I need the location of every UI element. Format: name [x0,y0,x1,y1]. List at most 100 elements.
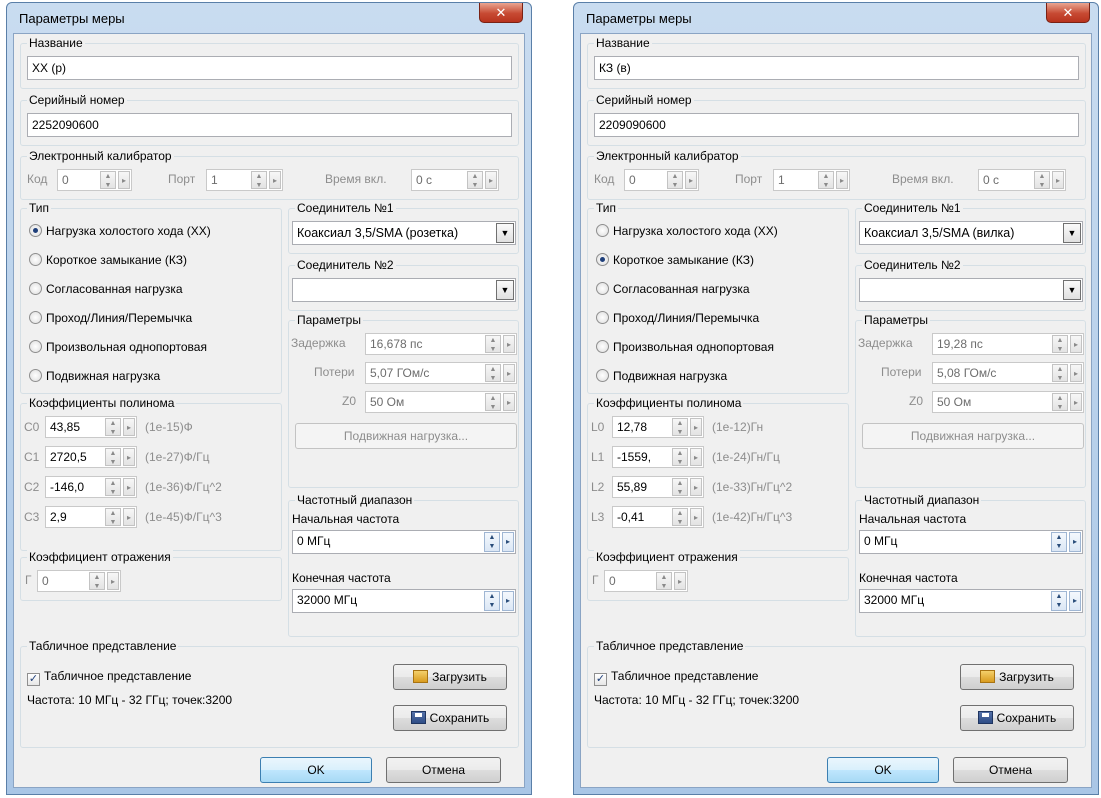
type-radio-3[interactable]: Проход/Линия/Перемычка [29,311,192,329]
save-button[interactable]: Сохранить [393,705,507,731]
poly-spinner-3[interactable]: -0,41 ▲ ▼ ▸ [612,506,704,528]
ok-button[interactable]: OK [827,757,939,783]
spin-up-down-icon[interactable]: ▲ ▼ [105,448,121,466]
poly-spinner-2[interactable]: 55,89 ▲ ▼ ▸ [612,476,704,498]
radio-button-icon[interactable] [596,253,609,266]
radio-button-icon[interactable] [29,369,42,382]
delay-spinner[interactable]: 16,678 пс ▲ ▼ ▸ [365,333,517,355]
start-freq-spinner[interactable]: 0 МГц ▲ ▼ ▸ [292,530,516,554]
poly-spinner-1[interactable]: -1559, ▲ ▼ ▸ [612,446,704,468]
load-button[interactable]: Загрузить [393,664,507,690]
radio-button-icon[interactable] [29,224,42,237]
spin-arrow-icon[interactable]: ▸ [118,171,130,189]
poly-spinner-3[interactable]: 2,9 ▲ ▼ ▸ [45,506,137,528]
cancel-button[interactable]: Отмена [386,757,501,783]
type-radio-0[interactable]: Нагрузка холостого хода (XX) [29,224,211,242]
spin-arrow-icon[interactable]: ▸ [690,478,702,496]
type-radio-2[interactable]: Согласованная нагрузка [29,282,183,300]
title-bar[interactable]: Параметры меры ✕ [580,3,1092,33]
chevron-down-icon[interactable]: ▼ [496,280,514,300]
spin-up-down-icon[interactable]: ▲ ▼ [105,478,121,496]
type-radio-5[interactable]: Подвижная нагрузка [596,369,727,387]
spin-up-down-icon[interactable]: ▲ ▼ [251,171,267,189]
type-radio-0[interactable]: Нагрузка холостого хода (XX) [596,224,778,242]
spin-up-down-icon[interactable]: ▲ ▼ [105,508,121,526]
loss-spinner[interactable]: 5,08 ГОм/с ▲ ▼ ▸ [932,362,1084,384]
spin-arrow-icon[interactable]: ▸ [1070,393,1082,411]
spin-up-down-icon[interactable]: ▲ ▼ [818,171,834,189]
spin-arrow-icon[interactable]: ▸ [502,591,514,611]
spin-arrow-icon[interactable]: ▸ [690,418,702,436]
spin-up-down-icon[interactable]: ▲ ▼ [89,572,105,590]
spin-arrow-icon[interactable]: ▸ [503,335,515,353]
spin-up-down-icon[interactable]: ▲ ▼ [100,171,116,189]
cancel-button[interactable]: Отмена [953,757,1068,783]
spin-arrow-icon[interactable]: ▸ [123,448,135,466]
spin-up-down-icon[interactable]: ▲ ▼ [656,572,672,590]
ecal-time-spinner[interactable]: 0 с ▲ ▼ ▸ [411,169,499,191]
spin-arrow-icon[interactable]: ▸ [502,532,514,552]
stop-freq-spinner[interactable]: 32000 МГц ▲ ▼ ▸ [292,589,516,613]
type-radio-5[interactable]: Подвижная нагрузка [29,369,160,387]
close-button[interactable]: ✕ [479,3,523,23]
ecal-time-spinner[interactable]: 0 с ▲ ▼ ▸ [978,169,1066,191]
type-radio-1[interactable]: Короткое замыкание (КЗ) [29,253,187,271]
spin-up-down-icon[interactable]: ▲ ▼ [1052,335,1068,353]
radio-button-icon[interactable] [596,369,609,382]
spin-up-down-icon[interactable]: ▲ ▼ [485,393,501,411]
spin-arrow-icon[interactable]: ▸ [503,393,515,411]
spin-arrow-icon[interactable]: ▸ [485,171,497,189]
spin-up-down-icon[interactable]: ▲ ▼ [467,171,483,189]
poly-spinner-0[interactable]: 12,78 ▲ ▼ ▸ [612,416,704,438]
table-checkbox-row[interactable]: ✓ Табличное представление [27,669,191,686]
spin-arrow-icon[interactable]: ▸ [269,171,281,189]
radio-button-icon[interactable] [596,340,609,353]
spin-arrow-icon[interactable]: ▸ [685,171,697,189]
ok-button[interactable]: OK [260,757,372,783]
save-button[interactable]: Сохранить [960,705,1074,731]
spin-arrow-icon[interactable]: ▸ [1070,364,1082,382]
spin-arrow-icon[interactable]: ▸ [1069,591,1081,611]
spin-arrow-icon[interactable]: ▸ [123,418,135,436]
spin-arrow-icon[interactable]: ▸ [1070,335,1082,353]
spin-arrow-icon[interactable]: ▸ [123,478,135,496]
serial-number-input[interactable]: 2252090600 [27,113,512,137]
spin-up-down-icon[interactable]: ▲ ▼ [1034,171,1050,189]
serial-number-input[interactable]: 2209090600 [594,113,1079,137]
connector1-select[interactable]: Коаксиал 3,5/SMA (розетка) ▼ [292,221,516,245]
spin-up-down-icon[interactable]: ▲ ▼ [485,364,501,382]
spin-arrow-icon[interactable]: ▸ [1069,532,1081,552]
spin-up-down-icon[interactable]: ▲ ▼ [485,335,501,353]
spin-up-down-icon[interactable]: ▲ ▼ [484,532,500,552]
spin-up-down-icon[interactable]: ▲ ▼ [672,478,688,496]
ecal-code-spinner[interactable]: 0 ▲ ▼ ▸ [57,169,132,191]
radio-button-icon[interactable] [29,282,42,295]
radio-button-icon[interactable] [596,311,609,324]
type-radio-2[interactable]: Согласованная нагрузка [596,282,750,300]
spin-arrow-icon[interactable]: ▸ [123,508,135,526]
connector1-select[interactable]: Коаксиал 3,5/SMA (вилка) ▼ [859,221,1083,245]
spin-arrow-icon[interactable]: ▸ [674,572,686,590]
spin-arrow-icon[interactable]: ▸ [503,364,515,382]
sliding-load-button[interactable]: Подвижная нагрузка... [295,423,517,449]
ecal-port-spinner[interactable]: 1 ▲ ▼ ▸ [206,169,283,191]
reflection-spinner[interactable]: 0 ▲ ▼ ▸ [37,570,121,592]
spin-up-down-icon[interactable]: ▲ ▼ [105,418,121,436]
spin-arrow-icon[interactable]: ▸ [1052,171,1064,189]
checkbox-checked-icon[interactable]: ✓ [27,673,40,686]
spin-up-down-icon[interactable]: ▲ ▼ [1052,364,1068,382]
chevron-down-icon[interactable]: ▼ [496,223,514,243]
radio-button-icon[interactable] [29,311,42,324]
radio-button-icon[interactable] [596,282,609,295]
spin-up-down-icon[interactable]: ▲ ▼ [484,591,500,611]
poly-spinner-0[interactable]: 43,85 ▲ ▼ ▸ [45,416,137,438]
type-radio-4[interactable]: Произвольная однопортовая [29,340,207,358]
table-checkbox-row[interactable]: ✓ Табличное представление [594,669,758,686]
spin-arrow-icon[interactable]: ▸ [690,448,702,466]
load-button[interactable]: Загрузить [960,664,1074,690]
spin-up-down-icon[interactable]: ▲ ▼ [672,418,688,436]
radio-button-icon[interactable] [29,253,42,266]
spin-arrow-icon[interactable]: ▸ [690,508,702,526]
spin-up-down-icon[interactable]: ▲ ▼ [1052,393,1068,411]
reflection-spinner[interactable]: 0 ▲ ▼ ▸ [604,570,688,592]
